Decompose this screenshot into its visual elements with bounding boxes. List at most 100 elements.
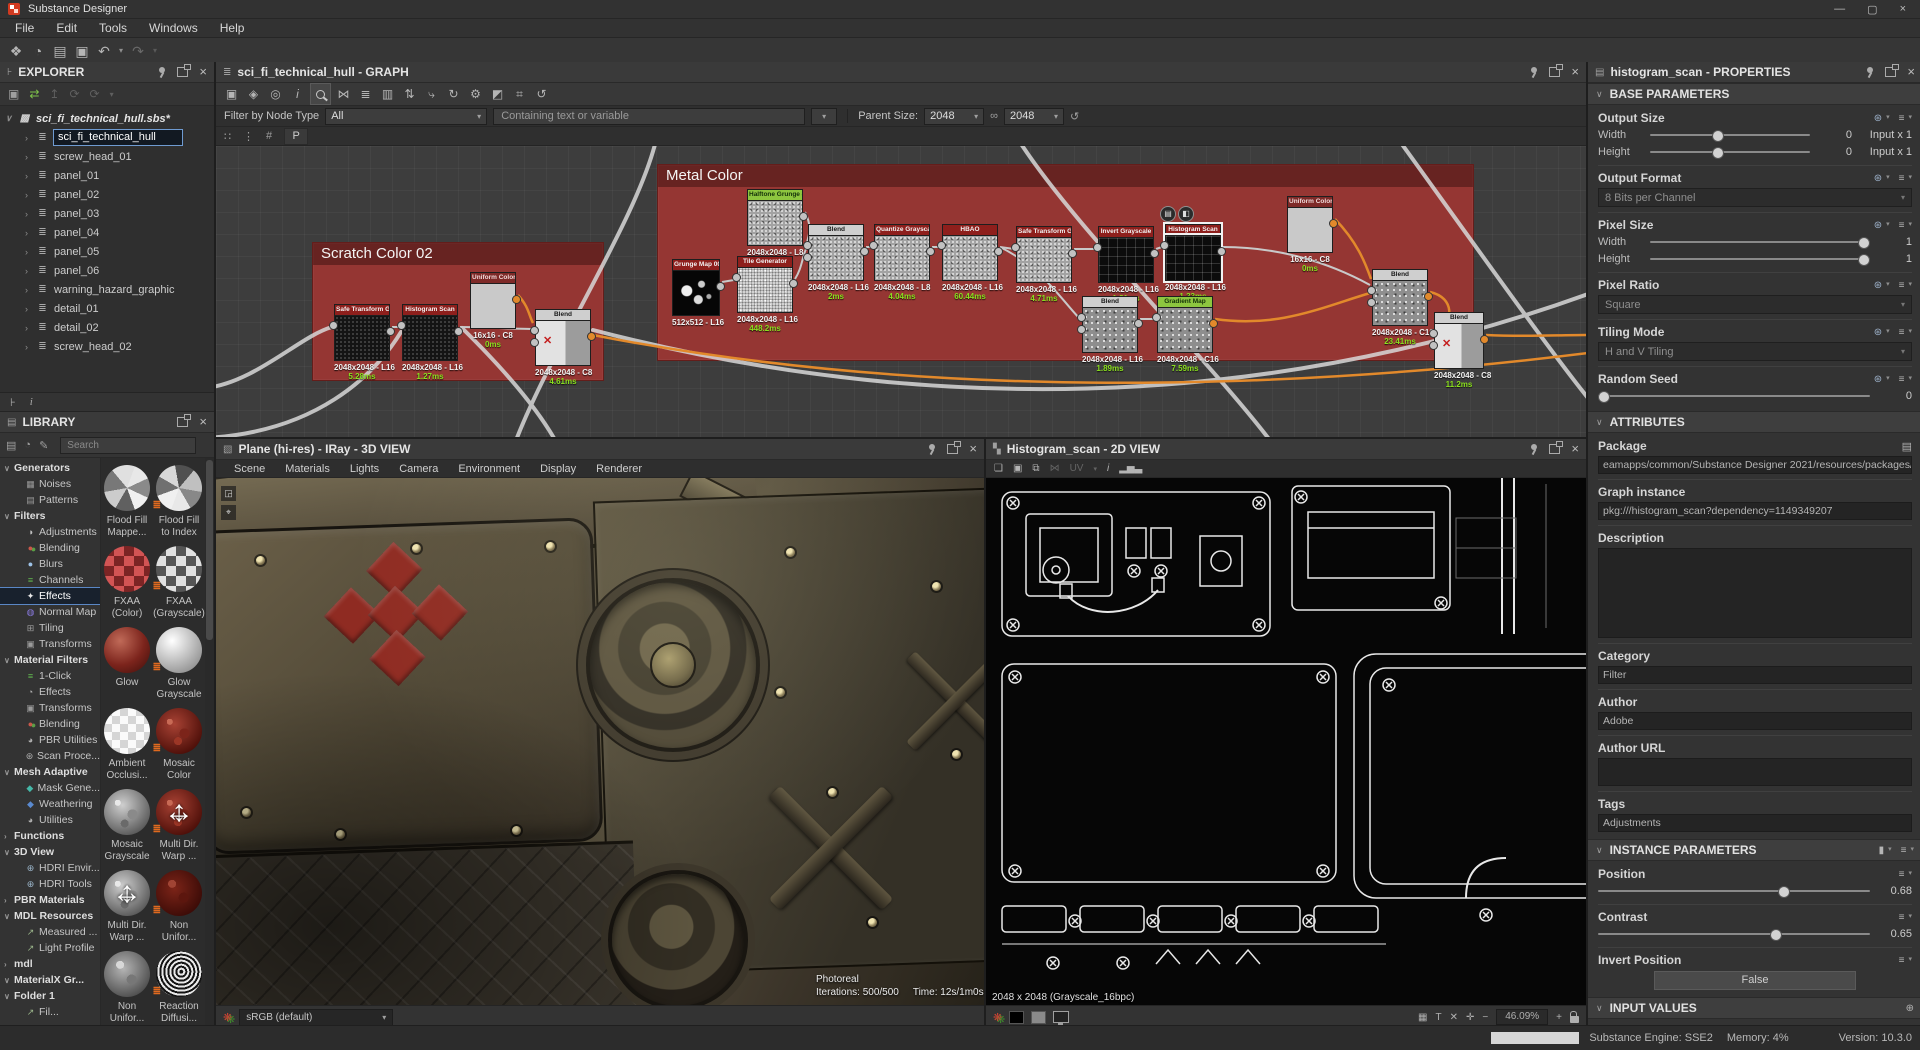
function-icon[interactable]: ⊛ xyxy=(1874,327,1882,338)
graph-node[interactable]: Gradient Map 2048x2048 - C16 7.59ms xyxy=(1157,296,1213,373)
instance-parameters-section[interactable]: ∨INSTANCE PARAMETERS ▮▾≡▾ xyxy=(1588,839,1920,861)
pin-icon[interactable] xyxy=(926,444,936,455)
graph-node[interactable]: Invert Grayscale 2048x2048 - L16 1.81ms xyxy=(1098,226,1154,303)
close-button[interactable]: × xyxy=(1900,3,1906,16)
pin-icon[interactable] xyxy=(1864,67,1874,78)
pointer-mode-icon[interactable]: ⤷ xyxy=(422,84,441,104)
view3d-viewport[interactable]: ◲ ⌖ Photoreal Iterations: 500/500 Time: … xyxy=(216,478,984,1005)
colorspace-select[interactable]: sRGB (default)▾ xyxy=(239,1009,393,1026)
graph-canvas[interactable]: Scratch Color 02 Metal Color xyxy=(216,146,1586,437)
parent-height-select[interactable]: 2048▾ xyxy=(1004,108,1064,125)
lock-icon[interactable] xyxy=(1570,1016,1579,1023)
library-category[interactable]: Folder 1 xyxy=(0,988,100,1004)
library-item[interactable]: ≣ NonUnifor... xyxy=(101,946,153,1027)
output-port[interactable] xyxy=(1217,247,1226,256)
input-port[interactable] xyxy=(1077,325,1086,334)
auto-reload-icon[interactable]: ⟳ xyxy=(90,87,100,101)
library-category[interactable]: Weathering xyxy=(0,796,100,812)
minimize-button[interactable]: — xyxy=(1834,3,1845,16)
library-category[interactable]: PBR Utilities xyxy=(0,732,100,748)
chevron-down-icon[interactable]: ▾ xyxy=(110,90,114,99)
output-port[interactable] xyxy=(926,247,935,256)
function-icon[interactable]: ⊛ xyxy=(1874,374,1882,385)
output-port[interactable] xyxy=(454,327,463,336)
undo-history-icon[interactable]: ▾ xyxy=(116,39,126,63)
graph-node[interactable]: Uniform Color 16x16 - C8 0ms xyxy=(470,272,516,349)
link-size-icon[interactable]: ∞ xyxy=(990,110,998,122)
library-item[interactable]: ≣ MosaicColor xyxy=(153,703,205,784)
attributes-section[interactable]: ∨ATTRIBUTES xyxy=(1588,411,1920,433)
library-item[interactable]: ≣ Flood Fillto Index xyxy=(153,460,205,541)
library-item[interactable]: ≣ MosaicGrayscale xyxy=(101,784,153,865)
output-port[interactable] xyxy=(512,295,521,304)
output-port[interactable] xyxy=(1150,249,1159,258)
library-category[interactable]: Blending xyxy=(0,716,100,732)
containing-dropdown-button[interactable]: ▾ xyxy=(811,108,837,125)
folder-icon[interactable]: ▤ xyxy=(1902,440,1912,453)
pin-icon[interactable] xyxy=(156,67,166,78)
menu-item[interactable]: Help xyxy=(209,21,256,35)
close-icon[interactable]: × xyxy=(1571,444,1579,454)
author-field[interactable]: Adobe xyxy=(1598,712,1912,730)
view3d-menu-item[interactable]: Materials xyxy=(275,463,340,475)
text-overlay-icon[interactable]: T xyxy=(1436,1012,1442,1023)
library-category[interactable]: Scan Proce... xyxy=(0,748,100,764)
library-category[interactable]: Transforms xyxy=(0,636,100,652)
output-port[interactable] xyxy=(994,247,1003,256)
library-category[interactable]: Utilities xyxy=(0,812,100,828)
outline-tab-icon[interactable]: ⊦ xyxy=(10,396,16,409)
library-category[interactable]: PBR Materials xyxy=(0,892,100,908)
output-width-slider[interactable] xyxy=(1650,134,1810,136)
output-port[interactable] xyxy=(860,247,869,256)
output-port[interactable] xyxy=(1134,319,1143,328)
tree-item[interactable]: detail_02 xyxy=(0,318,214,337)
monitor-icon[interactable] xyxy=(1053,1011,1069,1023)
tools-icon[interactable]: ⚙ xyxy=(466,84,485,104)
view3d-menu-item[interactable]: Scene xyxy=(224,463,275,475)
library-item[interactable]: ≣ Glow xyxy=(101,622,153,703)
menu-item[interactable]: File xyxy=(4,21,45,35)
expand-chevron-icon[interactable] xyxy=(22,133,31,143)
zoom-out-icon[interactable]: − xyxy=(1482,1012,1488,1023)
expand-chevron-icon[interactable] xyxy=(22,266,31,276)
random-seed-value[interactable]: 0 xyxy=(1878,390,1912,402)
library-category[interactable]: Functions xyxy=(0,828,100,844)
float-icon[interactable] xyxy=(947,444,958,454)
camera-toggle-icon[interactable]: ⌖ xyxy=(221,505,236,520)
output-port[interactable] xyxy=(1068,249,1077,258)
pixel-height-value[interactable]: 1 xyxy=(1878,253,1912,265)
pixel-width-value[interactable]: 1 xyxy=(1878,236,1912,248)
position-slider[interactable] xyxy=(1598,890,1870,892)
pixel-height-slider[interactable] xyxy=(1650,258,1870,260)
function-icon[interactable]: ⊛ xyxy=(1874,280,1882,291)
info-tab-icon[interactable]: i xyxy=(30,396,33,408)
fit-view-icon[interactable]: ▣ xyxy=(222,84,241,104)
library-category[interactable]: Light Profile xyxy=(0,940,100,956)
library-scrollbar[interactable] xyxy=(205,458,214,1027)
pixel-ratio-select[interactable]: Square▾ xyxy=(1598,295,1912,314)
library-item[interactable]: ≣ GlowGrayscale xyxy=(153,622,205,703)
output-height-value[interactable]: 0 xyxy=(1818,146,1852,158)
expand-chevron-icon[interactable] xyxy=(22,190,31,200)
graph-node[interactable]: Grunge Map 004 512x512 - L16 xyxy=(672,259,720,327)
float-icon[interactable] xyxy=(1549,67,1560,77)
menu-icon[interactable]: ≡ xyxy=(1899,220,1905,231)
float-icon[interactable] xyxy=(1549,444,1560,454)
tiling-mode-select[interactable]: H and V Tiling▾ xyxy=(1598,342,1912,361)
menu-icon[interactable]: ≡ xyxy=(1899,327,1905,338)
preview-mode-icon[interactable]: ∷ xyxy=(224,130,231,143)
function-icon[interactable]: ⊛ xyxy=(1874,220,1882,231)
graph-node[interactable]: Quantize Grayscale 2048x2048 - L8 4.04ms xyxy=(874,224,930,301)
new-graph-icon[interactable]: ◔ xyxy=(28,39,48,63)
base-parameters-section[interactable]: ∨BASE PARAMETERS xyxy=(1588,83,1920,105)
tree-item[interactable]: screw_head_02 xyxy=(0,337,214,356)
view3d-menu-item[interactable]: Display xyxy=(530,463,586,475)
save-package-icon[interactable]: ▣ xyxy=(8,87,19,101)
compute-icon[interactable]: ↻ xyxy=(444,84,463,104)
parent-width-select[interactable]: 2048▾ xyxy=(924,108,984,125)
expand-chevron-icon[interactable] xyxy=(22,152,31,162)
tree-item[interactable]: panel_04 xyxy=(0,223,214,242)
save-icon[interactable]: ▣ xyxy=(72,39,92,63)
frame-icon[interactable]: ⌗ xyxy=(510,84,529,104)
pin-icon[interactable] xyxy=(1528,67,1538,78)
